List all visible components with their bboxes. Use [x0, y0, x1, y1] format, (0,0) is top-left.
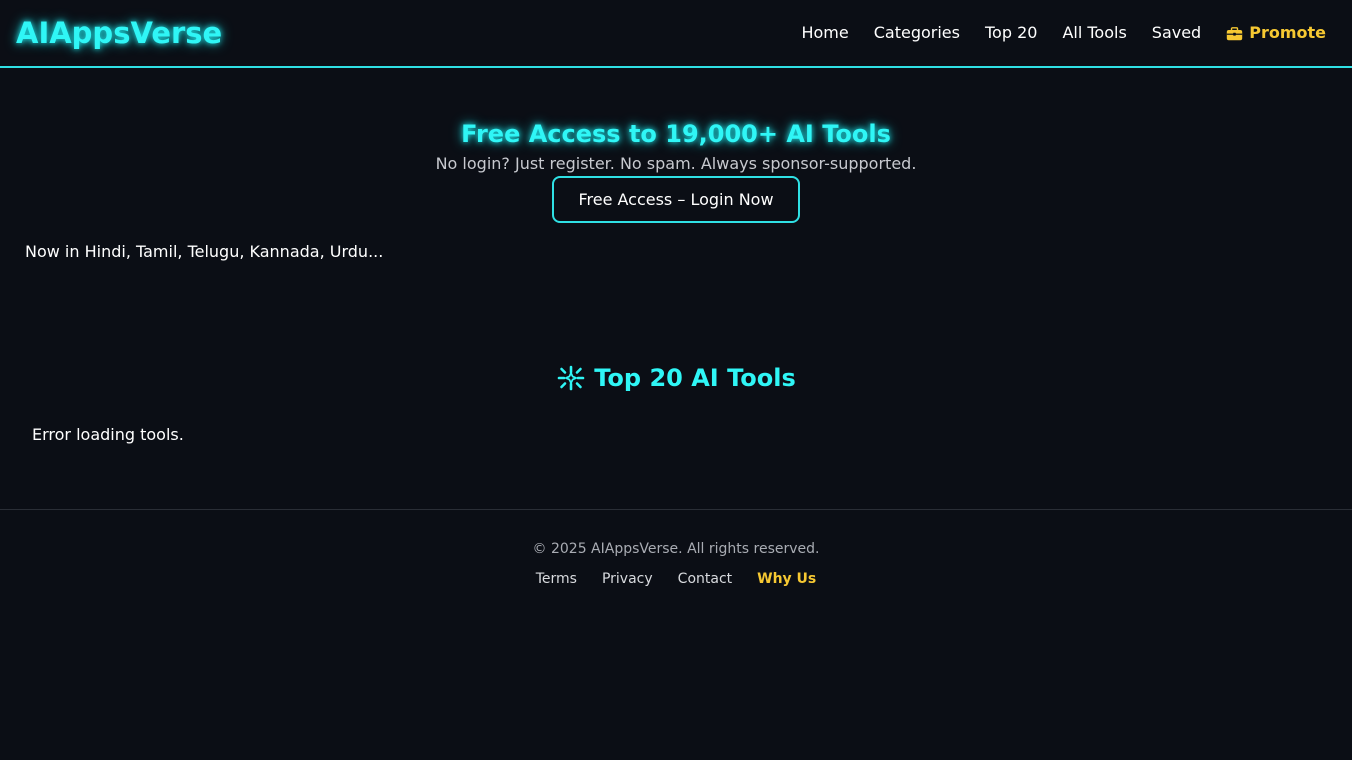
languages-note: Now in Hindi, Tamil, Telugu, Kannada, Ur… [25, 242, 384, 261]
nav-promote[interactable]: Promote [1226, 22, 1326, 44]
briefcase-icon [1226, 26, 1243, 40]
main-nav: Home Categories Top 20 All Tools Saved P… [801, 22, 1326, 44]
copyright-text: © 2025 AIAppsVerse. All rights reserved. [532, 541, 820, 557]
tools-error-message: Error loading tools. [32, 425, 184, 444]
footer-link-terms[interactable]: Terms [536, 569, 577, 589]
sparkle-icon [556, 365, 586, 391]
top-tools-heading: Top 20 AI Tools [0, 362, 1352, 394]
login-button[interactable]: Free Access – Login Now [552, 176, 800, 223]
nav-saved[interactable]: Saved [1152, 22, 1201, 44]
site-header: AIAppsVerse Home Categories Top 20 All T… [0, 0, 1352, 68]
hero-title: Free Access to 19,000+ AI Tools [461, 120, 891, 148]
top-tools-title: Top 20 AI Tools [594, 363, 796, 392]
footer-links: Terms Privacy Contact Why Us [0, 569, 1352, 589]
hero-subtitle: No login? Just register. No spam. Always… [435, 154, 917, 173]
footer-link-privacy[interactable]: Privacy [602, 569, 653, 589]
nav-top-20[interactable]: Top 20 [985, 22, 1037, 44]
hero-section: Free Access to 19,000+ AI Tools No login… [0, 118, 1352, 175]
site-footer: © 2025 AIAppsVerse. All rights reserved.… [0, 509, 1352, 589]
nav-categories[interactable]: Categories [874, 22, 960, 44]
nav-promote-label: Promote [1249, 23, 1326, 42]
nav-all-tools[interactable]: All Tools [1062, 22, 1126, 44]
nav-home[interactable]: Home [801, 22, 848, 44]
site-logo[interactable]: AIAppsVerse [16, 14, 222, 52]
footer-link-why-us[interactable]: Why Us [757, 569, 816, 589]
footer-link-contact[interactable]: Contact [678, 569, 732, 589]
